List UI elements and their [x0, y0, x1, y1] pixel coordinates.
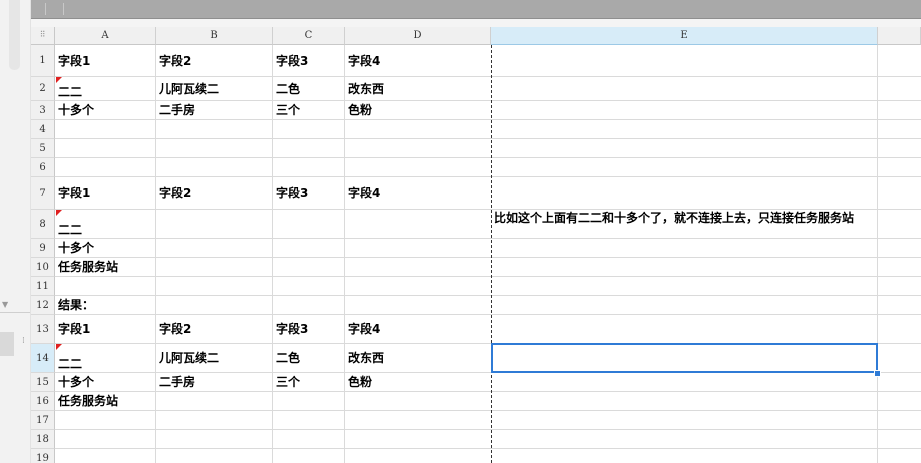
- cell-d15[interactable]: 色粉: [345, 376, 372, 389]
- cell-c1[interactable]: 字段3: [273, 54, 308, 68]
- comment-marker-icon: [56, 77, 62, 83]
- row-gridline: [55, 76, 921, 77]
- cell-a16[interactable]: 任务服务站: [55, 395, 118, 408]
- cell-b7[interactable]: 字段2: [156, 187, 191, 200]
- row-gridline: [55, 138, 921, 139]
- row-header-18[interactable]: 18: [31, 430, 55, 449]
- row-gridline: [55, 391, 921, 392]
- toolbar-grip-icon[interactable]: [41, 0, 71, 18]
- toolbar-strip: [31, 0, 921, 19]
- toolbar-gap: [31, 19, 921, 27]
- row-header-15[interactable]: 15: [31, 373, 55, 392]
- fill-handle[interactable]: [874, 370, 881, 377]
- row-header-17[interactable]: 17: [31, 411, 55, 430]
- cell-b2[interactable]: 儿阿瓦续二: [156, 82, 219, 96]
- row-header-1[interactable]: 1: [31, 45, 55, 77]
- cell-d2[interactable]: 改东西: [345, 82, 384, 96]
- row-header-7[interactable]: 7: [31, 177, 55, 210]
- row-gridline: [55, 238, 921, 239]
- row-header-16[interactable]: 16: [31, 392, 55, 411]
- cell-b13[interactable]: 字段2: [156, 323, 191, 336]
- row-header-12[interactable]: 12: [31, 296, 55, 315]
- cell-c7[interactable]: 字段3: [273, 187, 308, 200]
- row-header-6[interactable]: 6: [31, 158, 55, 177]
- row-gridline: [55, 314, 921, 315]
- row-gridline: [55, 295, 921, 296]
- cell-a8[interactable]: 二二: [55, 224, 82, 237]
- row-gridline: [55, 257, 921, 258]
- row-header-3[interactable]: 3: [31, 101, 55, 120]
- left-panel: ▼ ⁞: [0, 0, 31, 463]
- cell-a15[interactable]: 十多个: [55, 376, 94, 389]
- cell-b1[interactable]: 字段2: [156, 54, 191, 68]
- row-header-8[interactable]: 8: [31, 210, 55, 239]
- column-header-d[interactable]: D: [345, 27, 491, 45]
- row-gridline: [55, 100, 921, 101]
- cell-d13[interactable]: 字段4: [345, 323, 380, 336]
- column-gridline: [877, 45, 878, 463]
- scroll-down-arrow-icon[interactable]: ▼: [2, 300, 8, 309]
- page-break-line: [491, 45, 492, 463]
- comment-marker-icon: [56, 344, 62, 350]
- cell-c3[interactable]: 三个: [273, 104, 300, 117]
- cell-c14[interactable]: 二色: [273, 352, 300, 365]
- row-header-5[interactable]: 5: [31, 139, 55, 158]
- row-header-9[interactable]: 9: [31, 239, 55, 258]
- row-gridline: [55, 448, 921, 449]
- row-header-2[interactable]: 2: [31, 77, 55, 101]
- cell-e8[interactable]: 比如这个上面有二二和十多个了，就不连接上去，只连接任务服务站: [491, 212, 878, 225]
- cell-b14[interactable]: 儿阿瓦续二: [156, 352, 219, 365]
- cell-d7[interactable]: 字段4: [345, 187, 380, 200]
- splitter-handle-icon[interactable]: ⁞: [22, 336, 25, 346]
- active-cell-selection[interactable]: [491, 343, 878, 373]
- cell-a3[interactable]: 十多个: [55, 104, 94, 117]
- cell-d1[interactable]: 字段4: [345, 54, 380, 68]
- cell-c15[interactable]: 三个: [273, 376, 300, 389]
- row-gridline: [55, 209, 921, 210]
- row-gridline: [55, 276, 921, 277]
- row-gridline: [55, 176, 921, 177]
- cell-d3[interactable]: 色粉: [345, 104, 372, 117]
- row-header-11[interactable]: 11: [31, 277, 55, 296]
- cell-a13[interactable]: 字段1: [55, 323, 90, 336]
- cell-c2[interactable]: 二色: [273, 82, 300, 96]
- column-header-e[interactable]: E: [491, 27, 878, 45]
- row-gridline: [55, 119, 921, 120]
- panel-scroll-thumb[interactable]: [0, 332, 14, 356]
- cell-a10[interactable]: 任务服务站: [55, 261, 118, 274]
- row-header-14[interactable]: 14: [31, 344, 55, 373]
- column-header-b[interactable]: B: [156, 27, 273, 45]
- spreadsheet-grid[interactable]: ⠿ A B C D E 1 2 3 4 5 6 7 8 9 10 11 12 13 14 15 16 17 18 19 字段1 字…: [31, 27, 921, 463]
- cell-b3[interactable]: 二手房: [156, 104, 195, 117]
- vertical-scrollbar[interactable]: [9, 0, 20, 70]
- cell-a12[interactable]: 结果：: [55, 299, 94, 312]
- row-header-19[interactable]: 19: [31, 449, 55, 463]
- cell-a9[interactable]: 十多个: [55, 242, 94, 255]
- cell-b15[interactable]: 二手房: [156, 376, 195, 389]
- panel-divider: [0, 312, 30, 313]
- row-gridline: [55, 429, 921, 430]
- cell-a7[interactable]: 字段1: [55, 187, 90, 200]
- comment-marker-icon: [56, 210, 62, 216]
- select-all-icon[interactable]: ⠿: [31, 27, 55, 45]
- row-gridline: [55, 157, 921, 158]
- column-header-f[interactable]: [878, 27, 921, 45]
- cell-a2[interactable]: 二二: [55, 86, 82, 99]
- cell-a1[interactable]: 字段1: [55, 54, 90, 68]
- column-header-a[interactable]: A: [55, 27, 156, 45]
- column-header-c[interactable]: C: [273, 27, 345, 45]
- row-header-13[interactable]: 13: [31, 315, 55, 344]
- cell-c13[interactable]: 字段3: [273, 323, 308, 336]
- row-header-4[interactable]: 4: [31, 120, 55, 139]
- cell-a14[interactable]: 二二: [55, 358, 82, 371]
- row-gridline: [55, 410, 921, 411]
- row-header-10[interactable]: 10: [31, 258, 55, 277]
- cell-d14[interactable]: 改东西: [345, 352, 384, 365]
